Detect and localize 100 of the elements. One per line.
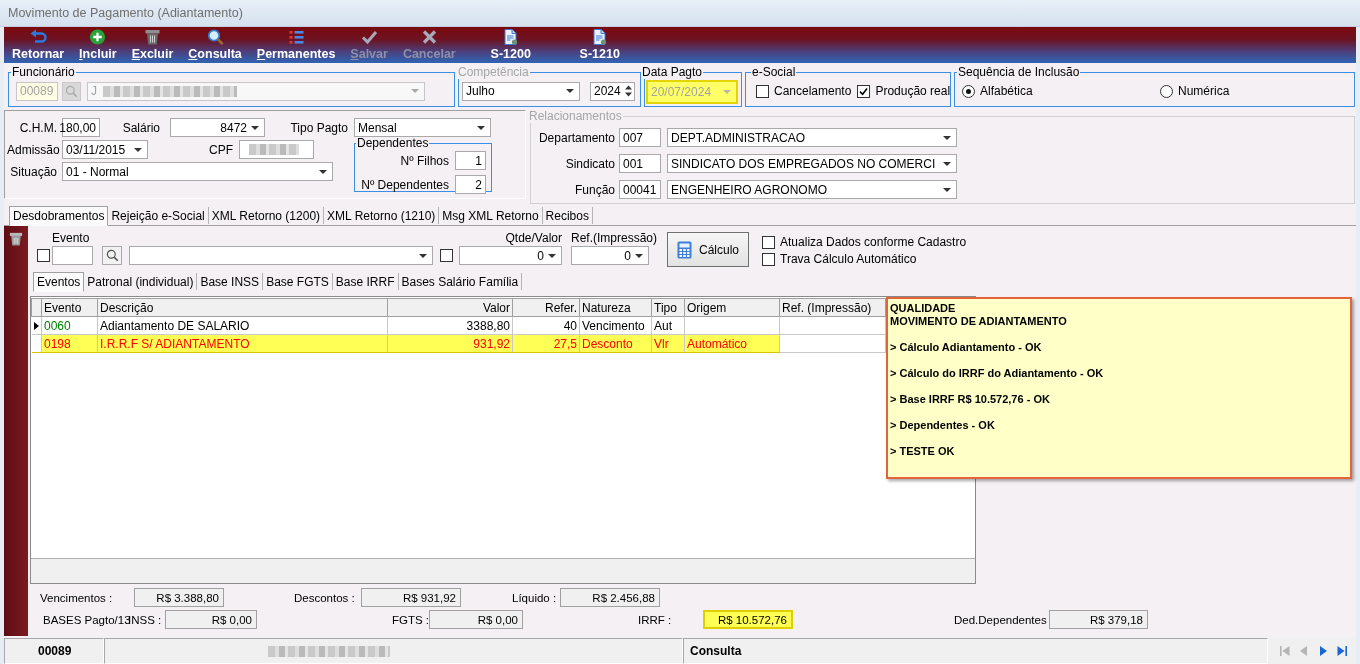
spin-arrows-icon bbox=[624, 85, 632, 97]
field-label: Salário bbox=[121, 120, 160, 135]
toolbar-button[interactable]: Consulta bbox=[184, 27, 246, 63]
total-label: Vencimentos : bbox=[40, 591, 114, 604]
field-label: Função bbox=[573, 182, 615, 197]
field-label: Qtde/Valor bbox=[505, 232, 562, 245]
group-title: Competência bbox=[457, 66, 530, 79]
total-value-field: R$ 379,18 bbox=[1049, 610, 1148, 629]
note-line: > Base IRRF R$ 10.572,76 - OK bbox=[890, 393, 1051, 406]
group-title: Funcionário bbox=[11, 66, 76, 79]
total-label: INSS : bbox=[128, 613, 163, 626]
tab[interactable]: Bases Salário Família bbox=[398, 273, 523, 290]
tab[interactable]: Base IRRF bbox=[332, 273, 399, 290]
calculator-icon bbox=[677, 240, 692, 259]
trash-icon bbox=[143, 29, 161, 45]
column-header: Ref. (Impressão) bbox=[779, 298, 886, 317]
caret-icon bbox=[134, 147, 142, 152]
input-field[interactable] bbox=[239, 140, 314, 159]
status-dropdown[interactable]: 01 - Normal bbox=[62, 162, 333, 181]
document-icon bbox=[591, 29, 609, 45]
toolbar-button[interactable]: S-1210 bbox=[561, 27, 638, 63]
checkmark-icon bbox=[859, 86, 869, 96]
caret-icon bbox=[943, 187, 951, 192]
checkbox[interactable] bbox=[756, 84, 769, 98]
event-code-field[interactable] bbox=[52, 246, 93, 265]
checkbox-label: Cancelamento bbox=[774, 84, 852, 98]
group-title: Data Pagto bbox=[641, 66, 704, 79]
field-label: Nº Dependentes bbox=[361, 177, 449, 192]
tab[interactable]: XML Retorno (1200) bbox=[208, 207, 325, 224]
total-label: Líquido : bbox=[512, 591, 558, 604]
column-header: Origem bbox=[684, 298, 780, 317]
toolbar-button[interactable]: Retornar bbox=[8, 27, 69, 63]
field-label: CPF bbox=[208, 142, 233, 157]
caret-icon bbox=[548, 253, 556, 258]
trash-icon[interactable] bbox=[9, 232, 23, 246]
total-value-field: R$ 10.572,76 bbox=[703, 610, 793, 629]
tab[interactable]: Base FGTS bbox=[263, 273, 333, 290]
column-header: Natureza bbox=[579, 298, 652, 317]
checkbox[interactable] bbox=[857, 84, 871, 98]
radio-label: Numérica bbox=[1178, 84, 1230, 98]
tab[interactable]: Eventos bbox=[33, 272, 85, 292]
field-label: Sindicato bbox=[564, 156, 615, 171]
check-icon bbox=[360, 29, 378, 45]
checkbox-label: Atualiza Dados conforme Cadastro bbox=[780, 235, 967, 249]
note-title: MOVIMENTO DE ADIANTAMENTO bbox=[890, 315, 1068, 328]
radio-button[interactable] bbox=[962, 84, 975, 98]
search-icon bbox=[65, 84, 78, 98]
radio-button[interactable] bbox=[1160, 84, 1173, 98]
tab[interactable]: Rejeição e-Social bbox=[108, 207, 209, 224]
field-label: C.H.M. bbox=[18, 120, 57, 135]
toolbar-button[interactable]: Incluir bbox=[75, 27, 121, 63]
date-dropdown[interactable]: 03/11/2015 bbox=[62, 140, 148, 159]
tab[interactable]: Recibos bbox=[542, 207, 593, 224]
field-label: Situação bbox=[9, 164, 57, 179]
total-label: Descontos : bbox=[294, 591, 356, 604]
field-label: Departamento bbox=[537, 130, 615, 145]
plus-circle-icon bbox=[89, 29, 107, 45]
group-title: e-Social bbox=[751, 66, 797, 79]
tab[interactable]: Msg XML Retorno bbox=[439, 207, 543, 224]
salary-dropdown[interactable]: 8472 bbox=[170, 118, 265, 137]
total-value-field: R$ 0,00 bbox=[429, 610, 523, 629]
reference-dropdown[interactable]: 0 bbox=[571, 246, 649, 265]
tab[interactable]: XML Retorno (1210) bbox=[324, 207, 440, 224]
radio-label: Alfabética bbox=[980, 84, 1033, 98]
x-icon bbox=[420, 29, 438, 45]
tab[interactable]: Desdobramentos bbox=[9, 206, 109, 226]
toolbar-button[interactable]: S-1200 bbox=[466, 27, 555, 63]
field-label: Admissão bbox=[7, 142, 57, 157]
caret-icon bbox=[411, 89, 419, 93]
calculate-button[interactable]: Cálculo bbox=[667, 232, 750, 267]
checkbox[interactable] bbox=[762, 235, 776, 249]
note-line: > Cálculo Adiantamento - OK bbox=[890, 341, 1043, 354]
note-line: > TESTE OK bbox=[890, 445, 956, 458]
nav-button[interactable] bbox=[1335, 644, 1348, 658]
checkbox[interactable] bbox=[762, 252, 776, 266]
note-title: QUALIDADE bbox=[890, 302, 957, 315]
field-label: Ref.(Impressão) bbox=[571, 232, 658, 245]
input-field[interactable]: 1 bbox=[455, 151, 486, 170]
caret-icon bbox=[477, 125, 485, 130]
column-header: Valor bbox=[387, 298, 513, 317]
input-field[interactable]: 2 bbox=[455, 175, 486, 194]
column-header: Descrição bbox=[97, 298, 388, 317]
input-field[interactable]: 180,00 bbox=[62, 118, 100, 137]
search-button[interactable] bbox=[102, 246, 122, 265]
tab[interactable]: Base INSS bbox=[197, 273, 264, 290]
total-value-field: R$ 0,00 bbox=[165, 610, 257, 629]
checkbox[interactable] bbox=[440, 249, 453, 262]
toolbar-button[interactable]: Excluir bbox=[127, 27, 178, 63]
tab[interactable]: Patronal (individual) bbox=[84, 273, 198, 290]
back-arrow-icon bbox=[29, 29, 47, 45]
quantity-dropdown[interactable]: 0 bbox=[459, 246, 562, 265]
caret-icon bbox=[419, 253, 427, 258]
search-icon bbox=[105, 249, 119, 262]
payment-type-dropdown[interactable]: Mensal bbox=[354, 118, 491, 137]
checkbox-label: Produção real bbox=[875, 84, 951, 98]
triangle-left-icon bbox=[1298, 646, 1309, 656]
toolbar-button[interactable]: Permanentes bbox=[252, 27, 340, 63]
group-title: Sequência de Inclusão bbox=[957, 66, 1081, 79]
checkbox[interactable] bbox=[37, 249, 50, 262]
list-icon bbox=[287, 29, 305, 45]
